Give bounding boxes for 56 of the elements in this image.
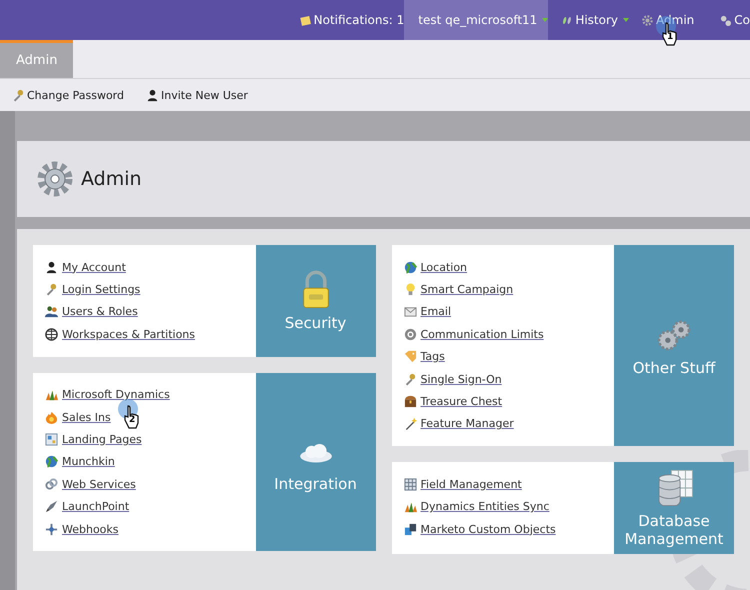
page-icon (45, 433, 58, 446)
callout-number: 2 (129, 416, 136, 425)
settings-link[interactable]: Feature Manager (420, 417, 514, 430)
settings-link[interactable]: Marketo Custom Objects (420, 522, 556, 536)
toolbar-button[interactable]: Invite New User (146, 88, 248, 102)
settings-link[interactable]: Webhooks (62, 522, 119, 536)
chain-link-icon (45, 478, 58, 491)
chest-icon (404, 395, 416, 408)
gears-icon (720, 14, 732, 26)
globe-icon (45, 328, 58, 341)
tag-icon (404, 350, 416, 364)
toolbar-button[interactable]: Change Password (12, 88, 124, 102)
gear-icon (37, 161, 73, 197)
settings-link[interactable]: Smart Campaign (420, 283, 514, 296)
settings-link[interactable]: Web Services (62, 478, 136, 491)
page-title: Admin (81, 168, 142, 190)
footprints-icon (561, 14, 572, 26)
person-icon (146, 88, 159, 102)
settings-link[interactable]: Dynamics Entities Sync (420, 500, 550, 514)
nav-item[interactable]: Notifications: 1 (286, 0, 404, 40)
settings-link[interactable]: Single Sign-On (420, 372, 502, 386)
settings-link[interactable]: LaunchPoint (62, 500, 130, 514)
settings-link[interactable]: My Account (62, 260, 126, 274)
settings-link[interactable]: Landing Pages (62, 433, 142, 446)
cube-icon (404, 522, 416, 536)
settings-link[interactable]: Login Settings (62, 283, 140, 296)
earth-icon (45, 455, 58, 468)
people-icon (45, 305, 58, 318)
settings-link[interactable]: Users & Roles (62, 305, 138, 318)
hand-cursor-icon (117, 398, 140, 430)
nav-item[interactable]: History (548, 0, 630, 40)
table-icon (404, 478, 416, 491)
settings-link[interactable]: Munchkin (62, 455, 115, 468)
settings-link[interactable]: Field Management (420, 478, 522, 491)
nav-item[interactable]: Co (707, 0, 750, 40)
settings-link[interactable]: Tags (420, 350, 445, 364)
settings-link[interactable]: Sales Ins (62, 410, 111, 424)
settings-link[interactable]: Location (420, 260, 468, 274)
key-icon (404, 372, 416, 386)
light-bulb-icon (404, 283, 416, 296)
settings-link[interactable]: Treasure Chest (420, 395, 502, 408)
gear-icon (642, 14, 654, 26)
settings-link[interactable]: Email (420, 305, 452, 318)
callout-number: 1 (667, 33, 674, 42)
key-icon (12, 88, 25, 102)
settings-link[interactable]: Communication Limits (420, 328, 544, 341)
settings-link[interactable]: Workspaces & Partitions (62, 328, 195, 341)
person-icon (45, 260, 58, 274)
envelope-icon (404, 305, 416, 318)
earth-icon (404, 260, 416, 274)
nav-item[interactable]: test qe_microsoft11 (404, 0, 548, 40)
note-icon (300, 14, 311, 26)
flame-icon (45, 410, 58, 424)
key-icon (45, 283, 58, 296)
settings-link[interactable]: Microsoft Dynamics (62, 388, 170, 402)
wand-icon (404, 417, 416, 430)
